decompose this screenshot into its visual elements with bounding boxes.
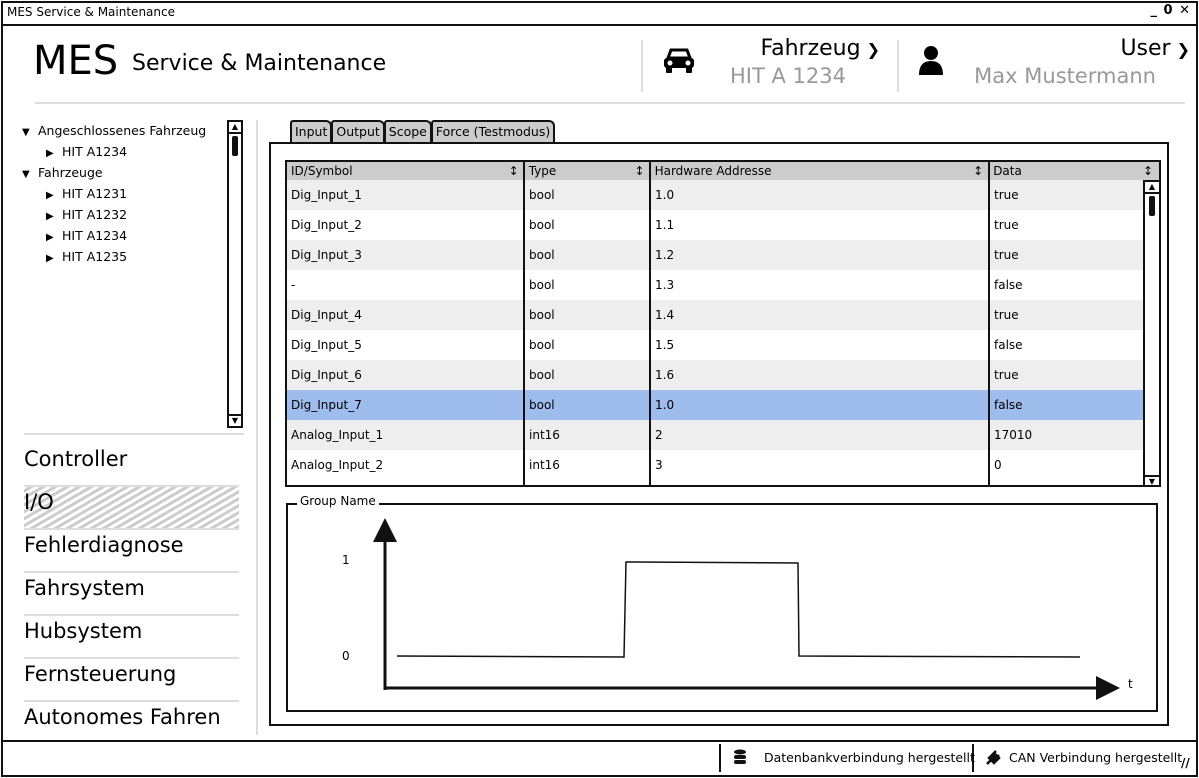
status-divider xyxy=(719,744,721,772)
signal-line xyxy=(396,561,1081,658)
can-status: CAN Verbindung hergestellt xyxy=(1009,750,1183,765)
plug-icon xyxy=(985,749,1003,769)
resize-grip-icon[interactable]: // xyxy=(1181,756,1190,770)
status-bar-divider xyxy=(1,740,1198,742)
y-tick-low: 0 xyxy=(342,649,350,663)
db-status: Datenbankverbindung hergestellt xyxy=(764,750,975,765)
x-axis-label: t xyxy=(1128,677,1133,691)
database-icon xyxy=(733,749,747,769)
y-tick-high: 1 xyxy=(342,553,350,567)
signal-plot xyxy=(373,518,1120,700)
